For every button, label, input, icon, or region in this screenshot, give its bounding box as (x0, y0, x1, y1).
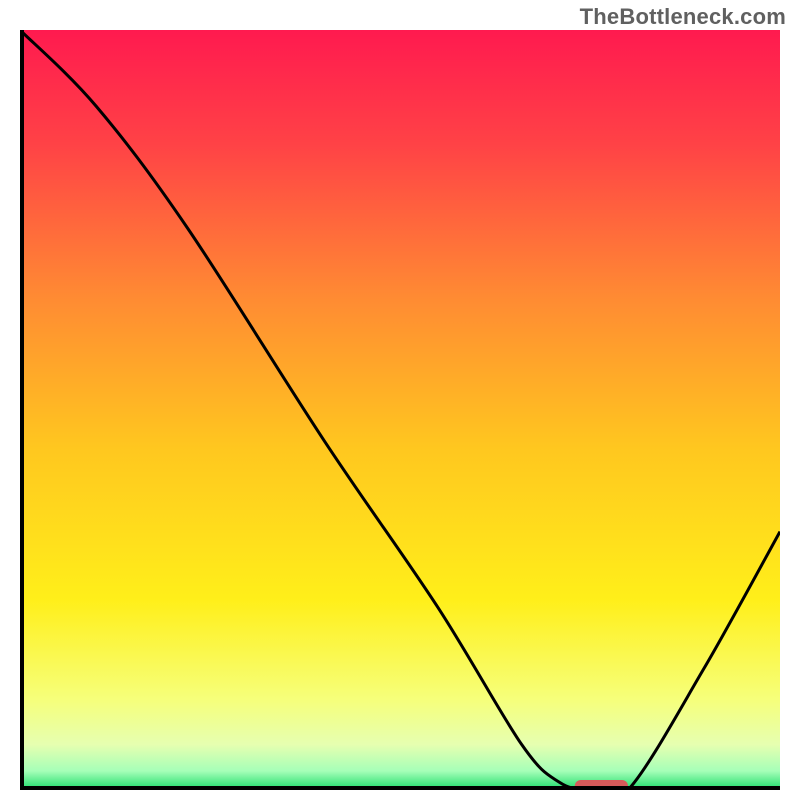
chart-axes (20, 30, 780, 790)
watermark-text: TheBottleneck.com (580, 4, 786, 30)
chart-container: TheBottleneck.com (0, 0, 800, 800)
